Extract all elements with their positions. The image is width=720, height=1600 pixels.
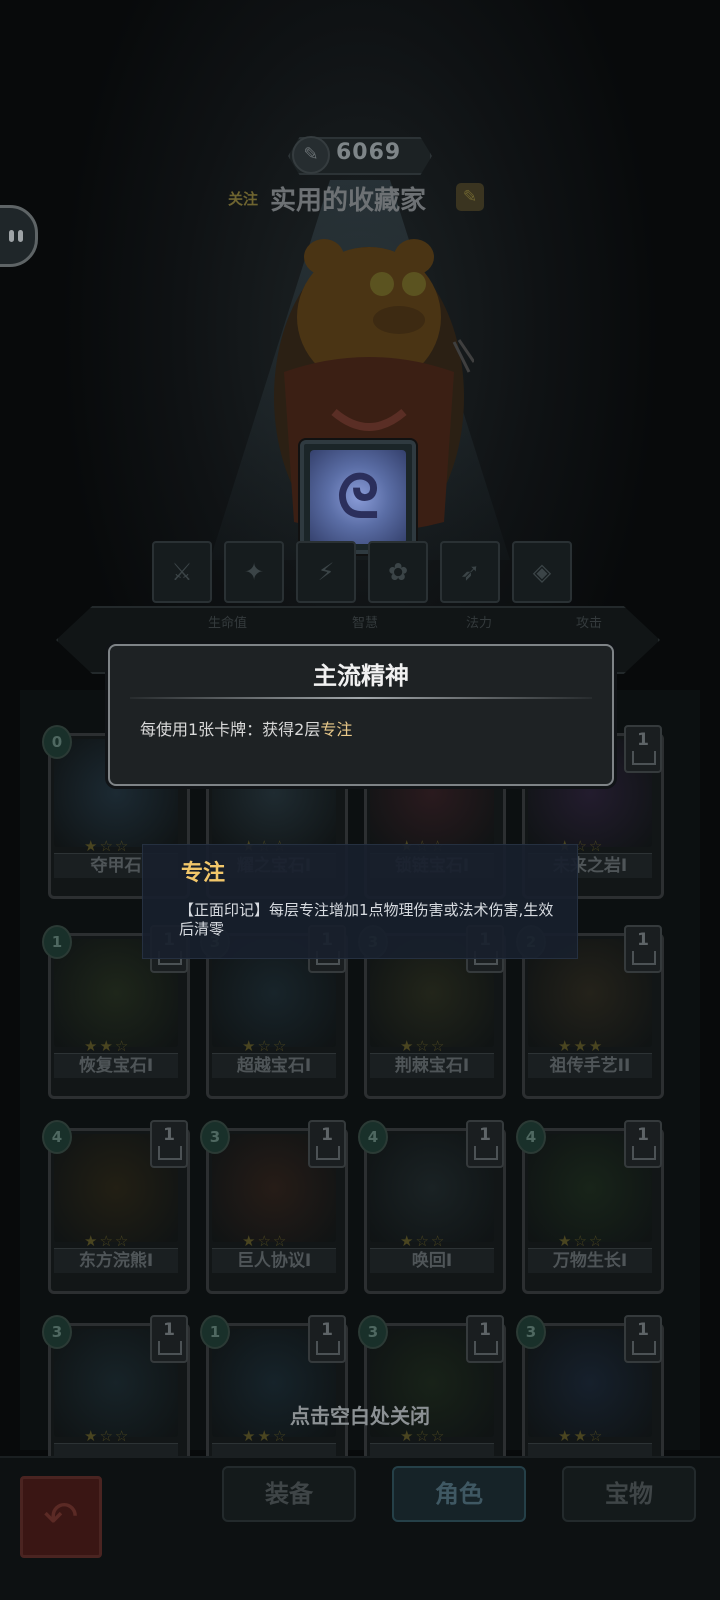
tooltip-description: 每使用1张卡牌：获得2层专注 — [140, 716, 352, 740]
stack-count: 1 — [479, 1320, 491, 1340]
card-stack-count: 1 — [624, 1315, 662, 1363]
slot-4-icon[interactable]: ✿ — [368, 541, 428, 603]
stack-icon — [158, 1146, 182, 1160]
game-screen[interactable]: ✎ 6069 关注 实用的收藏家 ✎ ᘓ ⚔ ✦ ⚡ ✿ ➶ ◈ 生命值 智慧 … — [0, 0, 720, 1600]
slot-1-icon[interactable]: ⚔ — [152, 541, 212, 603]
card-name: 巨人协议I — [212, 1248, 336, 1273]
stack-icon — [474, 1341, 498, 1355]
score-value: 6069 — [336, 140, 402, 165]
slot-5-icon[interactable]: ➶ — [440, 541, 500, 603]
card[interactable]: ★☆☆ 万物生长I 4 1 — [516, 1120, 664, 1294]
card-stack-count: 1 — [466, 1315, 504, 1363]
card-stack-count: 1 — [624, 925, 662, 973]
card-name: 万物生长I — [528, 1248, 652, 1273]
stack-icon — [632, 751, 656, 765]
stack-count: 1 — [321, 1125, 333, 1145]
card-name: 祖传手艺II — [528, 1053, 652, 1078]
card-name: 恢复宝石I — [54, 1053, 178, 1078]
pen-icon: ✎ — [292, 136, 330, 174]
card[interactable]: ★☆☆ 东方浣熊I 4 1 — [42, 1120, 190, 1294]
card-cost: 3 — [358, 1315, 388, 1349]
stack-count: 1 — [479, 1125, 491, 1145]
stack-count: 1 — [637, 730, 649, 750]
follow-label[interactable]: 关注 — [228, 188, 258, 209]
card[interactable]: ★☆☆ 唤回I 4 1 — [358, 1120, 506, 1294]
stack-icon — [632, 1146, 656, 1160]
card-name: 东方浣熊I — [54, 1248, 178, 1273]
stack-icon — [474, 1146, 498, 1160]
stack-icon — [632, 951, 656, 965]
tab-equipment[interactable]: 装备 — [222, 1466, 356, 1522]
card-stack-count: 1 — [150, 1315, 188, 1363]
tab-character[interactable]: 角色 — [392, 1466, 526, 1522]
card-cost: 4 — [358, 1120, 388, 1154]
card-cost: 3 — [42, 1315, 72, 1349]
stat-label-hp: 生命值 — [208, 616, 248, 631]
keyword-title: 专注 — [181, 861, 226, 886]
claw-icon: ᘓ — [336, 462, 380, 532]
card-name: 荆棘宝石I — [370, 1053, 494, 1078]
stack-count: 1 — [637, 1125, 649, 1145]
character-title: 实用的收藏家 — [270, 186, 427, 216]
slot-2-icon[interactable]: ✦ — [224, 541, 284, 603]
card-name: 超越宝石I — [212, 1053, 336, 1078]
card[interactable]: ★☆☆ 巨人协议I 3 1 — [200, 1120, 348, 1294]
stack-icon — [316, 1146, 340, 1160]
card-stack-count: 1 — [624, 725, 662, 773]
card-stack-count: 1 — [308, 1120, 346, 1168]
chat-bubble-icon — [9, 230, 14, 242]
card-cost: 0 — [42, 725, 72, 759]
card-cost: 3 — [516, 1315, 546, 1349]
card-cost: 4 — [42, 1120, 72, 1154]
card-cost: 3 — [200, 1120, 230, 1154]
keyword-description: 【正面印记】每层专注增加1点物理伤害或法术伤害,生效后清零 — [179, 901, 554, 938]
stack-icon — [158, 1341, 182, 1355]
stat-label-wisdom: 智慧 — [352, 616, 379, 631]
stack-count: 1 — [163, 1125, 175, 1145]
chat-bubble-icon — [18, 230, 23, 242]
back-arrow-icon[interactable]: ↶ — [20, 1476, 102, 1558]
edit-icon[interactable]: ✎ — [456, 183, 484, 211]
card-cost: 4 — [516, 1120, 546, 1154]
card-stack-count: 1 — [150, 1120, 188, 1168]
tooltip-title: 主流精神 — [313, 662, 409, 690]
stat-label-attack: 攻击 — [576, 616, 603, 631]
stack-icon — [316, 1341, 340, 1355]
slot-6-icon[interactable]: ◈ — [512, 541, 572, 603]
relic-art: ᘓ — [310, 450, 406, 544]
skill-slots: ⚔ ✦ ⚡ ✿ ➶ ◈ — [152, 541, 572, 603]
selected-relic-card[interactable]: ᘓ — [300, 440, 416, 554]
relic-tooltip: 主流精神 每使用1张卡牌：获得2层专注 — [108, 644, 614, 786]
tooltip-desc-prefix: 每使用1张卡牌：获得2层 — [140, 720, 321, 739]
slot-3-icon[interactable]: ⚡ — [296, 541, 356, 603]
card-stack-count: 1 — [466, 1120, 504, 1168]
chat-button[interactable] — [0, 205, 38, 267]
stack-count: 1 — [321, 1320, 333, 1340]
close-hint[interactable]: 点击空白处关闭 — [200, 1400, 520, 1429]
stack-count: 1 — [637, 930, 649, 950]
card-cost: 1 — [42, 925, 72, 959]
stat-label-mana: 法力 — [466, 616, 493, 631]
card-stack-count: 1 — [624, 1120, 662, 1168]
stack-icon — [632, 1341, 656, 1355]
keyword-tooltip: 专注 【正面印记】每层专注增加1点物理伤害或法术伤害,生效后清零 — [142, 844, 578, 959]
card-cost: 1 — [200, 1315, 230, 1349]
stack-count: 1 — [163, 1320, 175, 1340]
card-stack-count: 1 — [308, 1315, 346, 1363]
tooltip-keyword[interactable]: 专注 — [320, 720, 352, 739]
tooltip-divider — [130, 697, 592, 699]
card-name: 唤回I — [370, 1248, 494, 1273]
tab-treasure[interactable]: 宝物 — [562, 1466, 696, 1522]
stack-count: 1 — [637, 1320, 649, 1340]
